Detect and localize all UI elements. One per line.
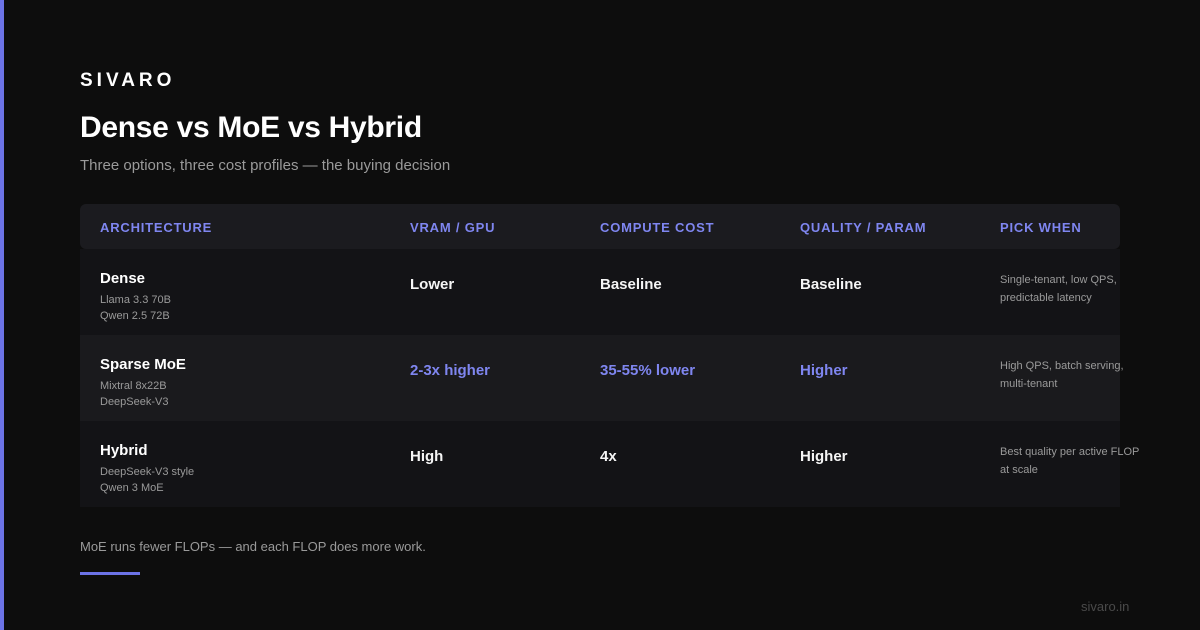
vram-value: 2-3x higher xyxy=(410,362,491,379)
page-subtitle: Three options, three cost profiles — the… xyxy=(80,157,451,174)
pick-when-text: Single-tenant, low QPS, predictable late… xyxy=(1000,274,1117,304)
example-model: Mixtral 8x22B xyxy=(100,380,167,392)
page-title: Dense vs MoE vs Hybrid xyxy=(80,111,422,144)
example-model: DeepSeek-V3 xyxy=(100,396,169,408)
example-model: DeepSeek-V3 style xyxy=(100,466,195,478)
pick-when-text: High QPS, batch serving, multi-tenant xyxy=(1000,360,1124,390)
architecture-name: Dense xyxy=(100,270,146,287)
vram-value: High xyxy=(410,448,444,465)
header-architecture: ARCHITECTURE xyxy=(100,220,213,235)
compute-cost-value: 35-55% lower xyxy=(600,362,696,379)
quality-value: Baseline xyxy=(800,276,862,293)
table-header: ARCHITECTURE VRAM / GPU COMPUTE COST QUA… xyxy=(80,204,1120,249)
header-quality-param: QUALITY / PARAM xyxy=(800,220,927,235)
example-model: Qwen 2.5 72B xyxy=(100,310,170,322)
header-pick-when: PICK WHEN xyxy=(1000,220,1082,235)
accent-underline xyxy=(80,572,140,575)
comparison-table: ARCHITECTURE VRAM / GPU COMPUTE COST QUA… xyxy=(80,204,1139,507)
header-vram: VRAM / GPU xyxy=(410,220,496,235)
example-model: Qwen 3 MoE xyxy=(100,482,164,494)
quality-value: Higher xyxy=(800,362,848,379)
architecture-name: Sparse MoE xyxy=(100,356,186,373)
brand-logo-text: SIVARO xyxy=(80,70,176,91)
compute-cost-value: Baseline xyxy=(600,276,662,293)
table-row: Dense Llama 3.3 70B Qwen 2.5 72B Lower B… xyxy=(80,249,1120,335)
compute-cost-value: 4x xyxy=(600,448,617,465)
vram-value: Lower xyxy=(410,276,455,293)
left-accent-bar xyxy=(0,0,4,630)
pick-when-text: Best quality per active FLOP at scale xyxy=(1000,446,1140,476)
example-model: Llama 3.3 70B xyxy=(100,294,171,306)
site-url: sivaro.in xyxy=(1081,599,1130,614)
table-row: Sparse MoE Mixtral 8x22B DeepSeek-V3 2-3… xyxy=(80,335,1124,421)
quality-value: Higher xyxy=(800,448,848,465)
header-compute-cost: COMPUTE COST xyxy=(600,220,715,235)
architecture-name: Hybrid xyxy=(100,442,148,459)
table-row: Hybrid DeepSeek-V3 style Qwen 3 MoE High… xyxy=(80,421,1139,507)
footnote: MoE runs fewer FLOPs — and each FLOP doe… xyxy=(80,539,426,554)
